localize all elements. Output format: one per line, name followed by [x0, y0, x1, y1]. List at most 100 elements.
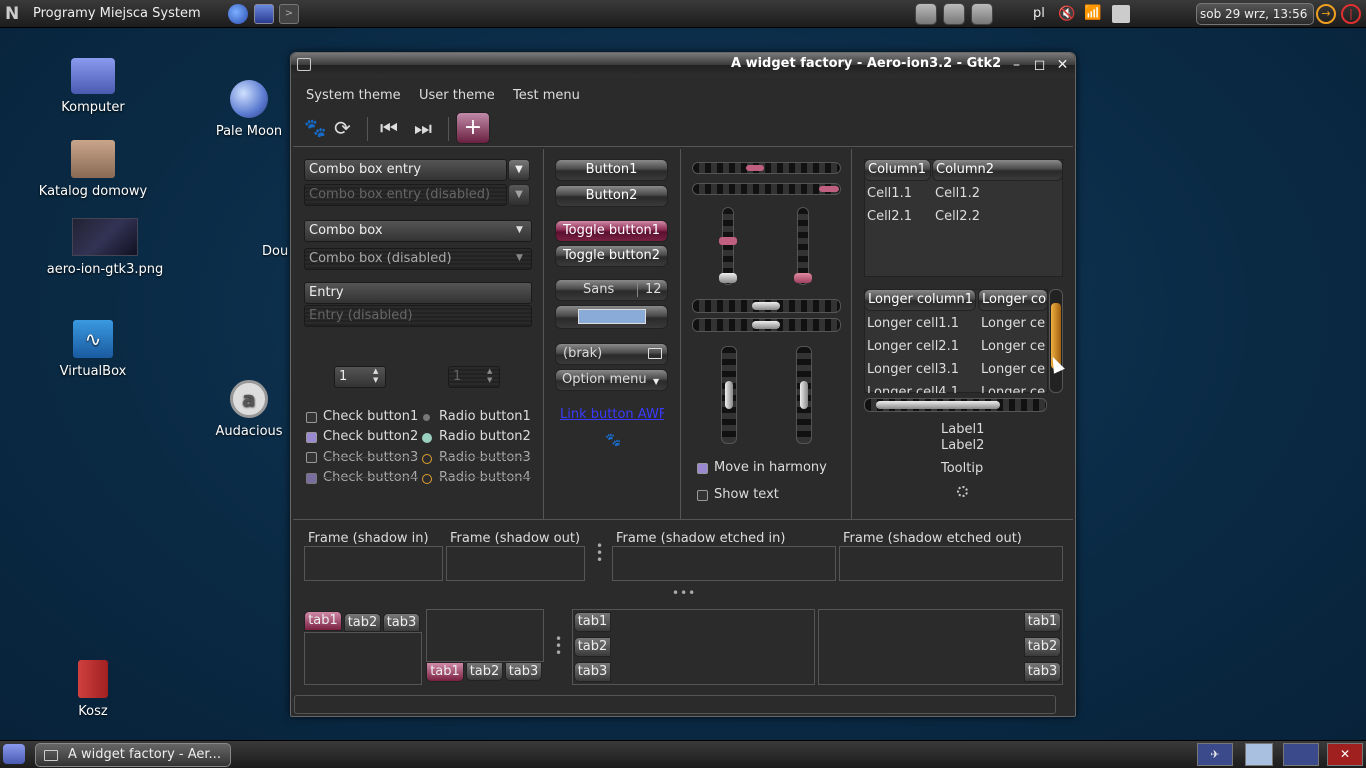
- refresh-icon[interactable]: ⟳: [334, 116, 351, 140]
- go-last-icon[interactable]: ⏭: [414, 116, 432, 140]
- desktop-icon-label: VirtualBox: [59, 364, 127, 379]
- desktop-icon-virtualbox[interactable]: ∿ VirtualBox: [43, 320, 143, 379]
- pale-moon-icon: [230, 80, 268, 118]
- clock[interactable]: sob 29 wrz, 13:56: [1196, 3, 1314, 25]
- label-2: Label2: [941, 438, 985, 453]
- show-desktop-icon[interactable]: [3, 744, 25, 764]
- radio-button-1-label: Radio button1: [439, 409, 531, 424]
- notebook4-tab-3[interactable]: tab3: [1024, 662, 1061, 682]
- vertical-slider-1-thumb[interactable]: [725, 381, 733, 409]
- folder-icon: [648, 348, 662, 359]
- horizontal-scale-1[interactable]: [692, 162, 841, 174]
- notebook-top-tabs: [304, 632, 422, 685]
- show-text-checkbox[interactable]: [697, 490, 708, 501]
- drive-icon[interactable]: [943, 3, 965, 25]
- notebook1-tab-2[interactable]: tab2: [344, 613, 381, 632]
- toggle-button-1[interactable]: Toggle button1: [555, 220, 668, 242]
- notebook2-tab-3[interactable]: tab3: [505, 662, 542, 681]
- terminal-launcher-icon[interactable]: >: [279, 4, 299, 24]
- combo-box-entry-dropdown[interactable]: ▼: [508, 159, 530, 181]
- virtualbox-icon: ∿: [73, 320, 113, 358]
- pane-handle[interactable]: •••: [596, 540, 604, 566]
- desktop-icon-palemoon[interactable]: Pale Moon: [199, 80, 299, 139]
- titlebar[interactable]: A widget factory - Aero-ion3.2 - Gtk2 – …: [291, 53, 1075, 77]
- widget-factory-window: A widget factory - Aero-ion3.2 - Gtk2 – …: [290, 52, 1076, 717]
- notebook1-tab-3[interactable]: tab3: [383, 613, 420, 632]
- desktop-icon-dou[interactable]: Dou: [262, 244, 290, 259]
- logout-icon[interactable]: →: [1316, 4, 1336, 24]
- minimize-icon[interactable]: –: [1008, 57, 1025, 74]
- notebook2-tab-2[interactable]: tab2: [466, 662, 503, 681]
- window-menu-icon[interactable]: [297, 58, 311, 71]
- audacious-icon: a: [230, 380, 268, 418]
- check-button-1[interactable]: [306, 412, 317, 423]
- apps-menu[interactable]: Programy Miejsca System: [33, 6, 201, 21]
- volume-muted-icon[interactable]: 🔇: [1058, 6, 1075, 22]
- horizontal-slider-2-thumb[interactable]: [752, 321, 780, 329]
- notebook2-tab-1[interactable]: tab1: [426, 662, 464, 682]
- scale-2-fill: [819, 186, 839, 192]
- menu-test[interactable]: Test menu: [513, 88, 580, 103]
- button-2[interactable]: Button2: [555, 185, 668, 207]
- desktop-icon-audacious[interactable]: a Audacious: [199, 380, 299, 439]
- move-in-harmony-checkbox[interactable]: [697, 463, 708, 474]
- entry[interactable]: Entry: [304, 282, 532, 304]
- taskbar-task-widget-factory[interactable]: A widget factory - Aer...: [35, 743, 231, 767]
- desktop-icon-trash[interactable]: Kosz: [43, 660, 143, 719]
- desktop-icon-computer[interactable]: Komputer: [43, 58, 143, 115]
- entry-disabled: Entry (disabled): [304, 305, 532, 327]
- tooltip-label[interactable]: Tooltip: [941, 461, 983, 476]
- radio-button-1[interactable]: [423, 414, 430, 421]
- spin-arrows-icon[interactable]: ▲ ▼: [373, 367, 378, 385]
- color-swatch: [578, 309, 646, 324]
- notebook3-tab-1[interactable]: tab1: [574, 612, 611, 632]
- window-launcher-icon[interactable]: [254, 4, 274, 24]
- pane-handle[interactable]: •••: [555, 633, 563, 659]
- notebook4-tab-1[interactable]: tab1: [1024, 612, 1061, 632]
- horizontal-slider-1-thumb[interactable]: [752, 302, 780, 310]
- wifi-icon[interactable]: 📶: [1084, 5, 1101, 21]
- notebook3-tab-2[interactable]: tab2: [574, 637, 611, 657]
- combo-box-entry[interactable]: Combo box entry: [304, 159, 507, 181]
- desktop-icon-home[interactable]: Katalog domowy: [33, 140, 153, 199]
- keyboard-layout[interactable]: pl: [1033, 6, 1045, 21]
- go-first-icon[interactable]: ⏮: [380, 116, 398, 140]
- tree2-horizontal-scrollbar-thumb[interactable]: [876, 401, 1000, 409]
- menu-system-theme[interactable]: System theme: [306, 88, 401, 103]
- battery-icon[interactable]: [1112, 5, 1130, 23]
- workspace-1[interactable]: ✈: [1197, 743, 1233, 766]
- gnome-foot-icon[interactable]: 🐾: [304, 118, 326, 139]
- shutdown-icon[interactable]: |: [1341, 4, 1361, 24]
- combo-box[interactable]: Combo box: [304, 220, 532, 242]
- tree2-column-header-1[interactable]: Longer column1: [864, 289, 976, 311]
- tree1-column-header-2[interactable]: Column2: [932, 159, 1063, 181]
- tree2-column-header-2[interactable]: Longer col: [978, 289, 1048, 311]
- drive-icon[interactable]: [971, 3, 993, 25]
- notebook1-tab-1[interactable]: tab1: [304, 611, 342, 631]
- workspace-4[interactable]: ✕: [1327, 743, 1363, 766]
- browser-launcher-icon[interactable]: [228, 4, 248, 24]
- vertical-slider-2-thumb[interactable]: [800, 381, 808, 409]
- pane-handle[interactable]: •••: [672, 586, 696, 600]
- notebook3-tab-3[interactable]: tab3: [574, 662, 611, 682]
- tree2-cell: Longer ce: [981, 316, 1046, 331]
- radio-button-2[interactable]: [422, 433, 432, 443]
- workspace-2[interactable]: [1245, 743, 1273, 766]
- distro-logo-icon[interactable]: N: [5, 5, 23, 23]
- toggle-button-2[interactable]: Toggle button2: [555, 245, 668, 267]
- add-icon[interactable]: +: [456, 112, 490, 144]
- drive-icon[interactable]: [915, 3, 937, 25]
- maximize-icon[interactable]: ◻: [1031, 57, 1048, 74]
- tree1-column-header-1[interactable]: Column1: [864, 159, 931, 181]
- menu-user-theme[interactable]: User theme: [419, 88, 495, 103]
- button-1[interactable]: Button1: [555, 159, 668, 181]
- radio-button-4-label: Radio button4: [439, 470, 531, 485]
- link-button[interactable]: Link button AWF: [560, 407, 664, 422]
- close-icon[interactable]: ✕: [1054, 57, 1071, 74]
- top-panel: N Programy Miejsca System > pl 🔇 📶 sob 2…: [0, 0, 1366, 28]
- check-button-2[interactable]: [306, 432, 317, 443]
- desktop-icon-screenshot[interactable]: aero-ion-gtk3.png: [40, 218, 170, 277]
- radio-button-3: [422, 454, 432, 464]
- notebook4-tab-2[interactable]: tab2: [1024, 637, 1061, 657]
- workspace-3[interactable]: [1283, 743, 1319, 766]
